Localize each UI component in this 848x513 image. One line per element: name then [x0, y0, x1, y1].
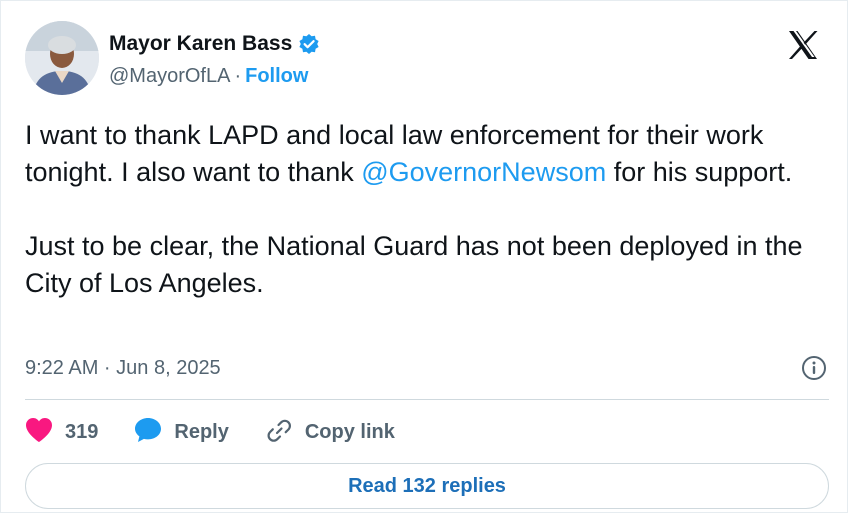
profile-photo: [25, 21, 99, 95]
tweet-card: Mayor Karen Bass @MayorOfLA · Follow I w…: [0, 0, 848, 513]
author-info: Mayor Karen Bass @MayorOfLA · Follow: [109, 31, 320, 88]
display-name[interactable]: Mayor Karen Bass: [109, 32, 292, 56]
tweet-header: Mayor Karen Bass @MayorOfLA · Follow: [25, 15, 827, 99]
tweet-text: I want to thank LAPD and local law enfor…: [25, 117, 825, 302]
info-icon[interactable]: [801, 355, 827, 381]
verified-badge-icon: [298, 33, 320, 55]
copy-link-label: Copy link: [304, 420, 395, 443]
follow-button[interactable]: Follow: [245, 65, 308, 88]
name-row: Mayor Karen Bass: [109, 31, 320, 57]
reply-label: Reply: [174, 420, 229, 443]
read-replies-button[interactable]: Read 132 replies: [25, 463, 829, 509]
meta-row: 9:22 AM · Jun 8, 2025: [25, 353, 827, 383]
heart-icon: [25, 417, 53, 448]
tweet-text-part-2: for his support.: [606, 157, 793, 187]
like-count: 319: [65, 420, 99, 443]
reply-button[interactable]: Reply: [134, 417, 229, 448]
like-button[interactable]: 319: [25, 417, 98, 448]
separator-dot: ·: [234, 65, 242, 87]
timestamp[interactable]: 9:22 AM · Jun 8, 2025: [25, 357, 221, 380]
action-bar: 319 Reply Copy link: [25, 415, 431, 449]
link-icon: [265, 417, 293, 448]
speech-bubble-icon: [134, 417, 162, 448]
mention-link[interactable]: @GovernorNewsom: [361, 157, 606, 187]
tweet-paragraph-1: I want to thank LAPD and local law enfor…: [25, 117, 825, 191]
avatar[interactable]: [25, 21, 99, 95]
tweet-paragraph-2: Just to be clear, the National Guard has…: [25, 231, 811, 298]
handle[interactable]: @MayorOfLA: [109, 65, 230, 88]
copy-link-button[interactable]: Copy link: [265, 417, 395, 448]
x-logo-icon[interactable]: [787, 29, 819, 61]
handle-row: @MayorOfLA · Follow: [109, 65, 320, 88]
divider: [25, 399, 829, 400]
